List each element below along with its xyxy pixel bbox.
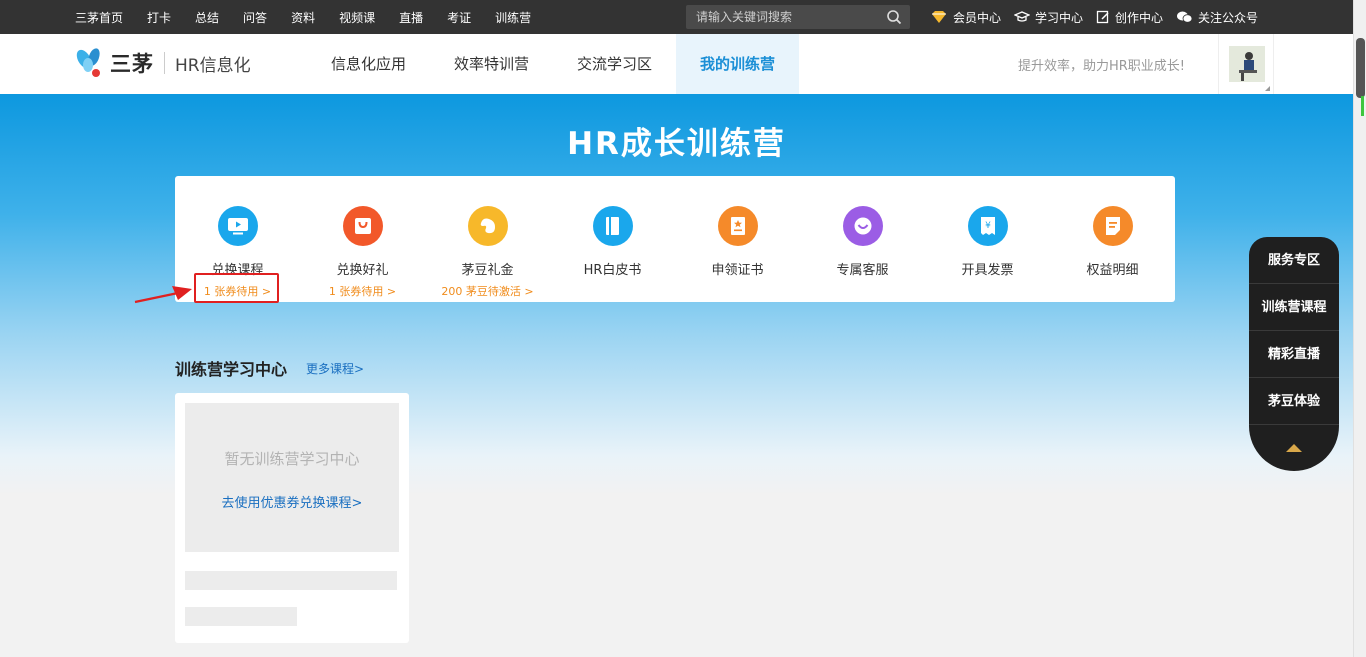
- sidebar-live[interactable]: 精彩直播: [1249, 331, 1339, 378]
- invoice-icon: ¥: [967, 206, 1008, 246]
- nav-my-camp[interactable]: 我的训练营: [676, 34, 800, 94]
- follow-wechat-label: 关注公众号: [1198, 10, 1259, 25]
- service-bean-link[interactable]: 200 茅豆待激活 >: [425, 283, 550, 299]
- top-nav-cert[interactable]: 考证: [447, 9, 471, 26]
- graduation-cap-icon: [1014, 11, 1031, 22]
- top-nav-qa[interactable]: 问答: [243, 9, 267, 26]
- site-logo[interactable]: 三茅 HR信息化: [74, 47, 251, 79]
- search-icon[interactable]: [886, 9, 902, 25]
- service-exchange-gift[interactable]: 兑换好礼 1 张券待用 >: [300, 206, 425, 299]
- top-bar: 三茅首页 打卡 总结 问答 资料 视频课 直播 考证 训练营 会员中心 学习中心…: [0, 0, 1353, 34]
- annotation-arrow-icon: [134, 286, 192, 304]
- book-icon: [592, 206, 633, 246]
- vip-center-link[interactable]: 会员中心: [930, 9, 1001, 26]
- search-input[interactable]: [686, 5, 876, 29]
- service-label: 茅豆礼金: [461, 263, 514, 278]
- top-nav: 三茅首页 打卡 总结 问答 资料 视频课 直播 考证 训练营: [75, 0, 555, 34]
- user-avatar-box[interactable]: [1218, 34, 1274, 94]
- video-play-icon: [217, 206, 258, 246]
- study-center-label: 学习中心: [1035, 10, 1084, 25]
- chat-smile-icon: [842, 206, 883, 246]
- service-label: 开具发票: [961, 263, 1014, 278]
- service-label: HR白皮书: [583, 263, 642, 278]
- avatar-dropdown-icon[interactable]: [1265, 86, 1270, 91]
- logo-icon: [76, 48, 100, 77]
- create-center-label: 创作中心: [1115, 10, 1164, 25]
- nav-efficiency-camp[interactable]: 效率特训营: [430, 34, 553, 94]
- empty-state-text: 暂无训练营学习中心: [224, 450, 360, 468]
- logo-divider: [164, 52, 165, 74]
- service-benefits[interactable]: 权益明细: [1050, 206, 1175, 278]
- create-center-link[interactable]: 创作中心: [1096, 9, 1163, 26]
- placeholder-line: [185, 571, 397, 590]
- top-nav-summary[interactable]: 总结: [195, 9, 219, 26]
- page-scrollbar[interactable]: [1353, 0, 1366, 657]
- vip-center-label: 会员中心: [953, 10, 1002, 25]
- course-card: 暂无训练营学习中心 去使用优惠券兑换课程>: [175, 393, 409, 643]
- service-label: 兑换好礼: [336, 263, 389, 278]
- search-box: [686, 5, 910, 29]
- sidebar-camp-courses[interactable]: 训练营课程: [1249, 284, 1339, 331]
- service-invoice[interactable]: ¥ 开具发票: [925, 206, 1050, 278]
- main-nav: 信息化应用 效率特训营 交流学习区 我的训练营: [307, 34, 800, 94]
- scrollbar-thumb[interactable]: [1356, 38, 1365, 116]
- top-nav-home[interactable]: 三茅首页: [75, 9, 123, 26]
- course-placeholder: 暂无训练营学习中心 去使用优惠券兑换课程>: [185, 403, 399, 552]
- service-certificate[interactable]: 申领证书: [675, 206, 800, 278]
- top-nav-camp[interactable]: 训练营: [495, 9, 531, 26]
- service-label: 申领证书: [711, 263, 764, 278]
- more-courses-link[interactable]: 更多课程>: [306, 360, 364, 377]
- caret-up-icon: [1286, 444, 1302, 452]
- placeholder-line: [185, 607, 297, 626]
- service-bean-gift[interactable]: 茅豆礼金 200 茅豆待激活 >: [425, 206, 550, 299]
- svg-text:¥: ¥: [985, 221, 991, 231]
- highlight-box: [194, 273, 279, 303]
- redeem-course-link[interactable]: 去使用优惠券兑换课程>: [185, 492, 399, 511]
- diamond-icon: [932, 11, 946, 23]
- top-links: 会员中心 学习中心 创作中心 关注公众号: [930, 0, 1271, 34]
- bean-icon: [467, 206, 508, 246]
- edit-icon: [1096, 10, 1109, 24]
- floating-sidebar: 服务专区 训练营课程 精彩直播 茅豆体验: [1249, 237, 1339, 471]
- service-label: 专属客服: [836, 263, 889, 278]
- sidebar-bean-trial[interactable]: 茅豆体验: [1249, 378, 1339, 425]
- top-nav-checkin[interactable]: 打卡: [147, 9, 171, 26]
- avatar-image: [1229, 46, 1265, 82]
- top-nav-materials[interactable]: 资料: [291, 9, 315, 26]
- service-label: 权益明细: [1086, 263, 1139, 278]
- service-whitepaper[interactable]: HR白皮书: [550, 206, 675, 278]
- service-coupon-link[interactable]: 1 张券待用 >: [300, 283, 425, 299]
- back-to-top-button[interactable]: [1249, 425, 1339, 471]
- main-header: 三茅 HR信息化 信息化应用 效率特训营 交流学习区 我的训练营 提升效率，助力…: [0, 34, 1353, 94]
- slogan: 提升效率，助力HR职业成长!: [1018, 59, 1186, 74]
- brand-name: 三茅: [110, 52, 154, 76]
- certificate-icon: [717, 206, 758, 246]
- avatar[interactable]: [1229, 46, 1265, 82]
- sidebar-service-zone[interactable]: 服务专区: [1249, 237, 1339, 284]
- wechat-icon: [1177, 11, 1193, 23]
- shopping-bag-icon: [342, 206, 383, 246]
- top-nav-live[interactable]: 直播: [399, 9, 423, 26]
- nav-exchange-area[interactable]: 交流学习区: [553, 34, 676, 94]
- brand-subtitle: HR信息化: [175, 55, 251, 76]
- follow-wechat-link[interactable]: 关注公众号: [1176, 9, 1258, 26]
- service-card: 兑换课程 1 张券待用 > 兑换好礼 1 张券待用 > 茅豆礼金 200 茅豆待…: [175, 176, 1175, 302]
- service-customer-support[interactable]: 专属客服: [800, 206, 925, 278]
- banner-title: HR成长训练营: [567, 126, 786, 162]
- top-nav-video[interactable]: 视频课: [339, 9, 375, 26]
- study-center-link[interactable]: 学习中心: [1014, 9, 1083, 26]
- document-list-icon: [1092, 206, 1133, 246]
- nav-info-apps[interactable]: 信息化应用: [307, 34, 430, 94]
- learning-center-title: 训练营学习中心: [175, 360, 288, 379]
